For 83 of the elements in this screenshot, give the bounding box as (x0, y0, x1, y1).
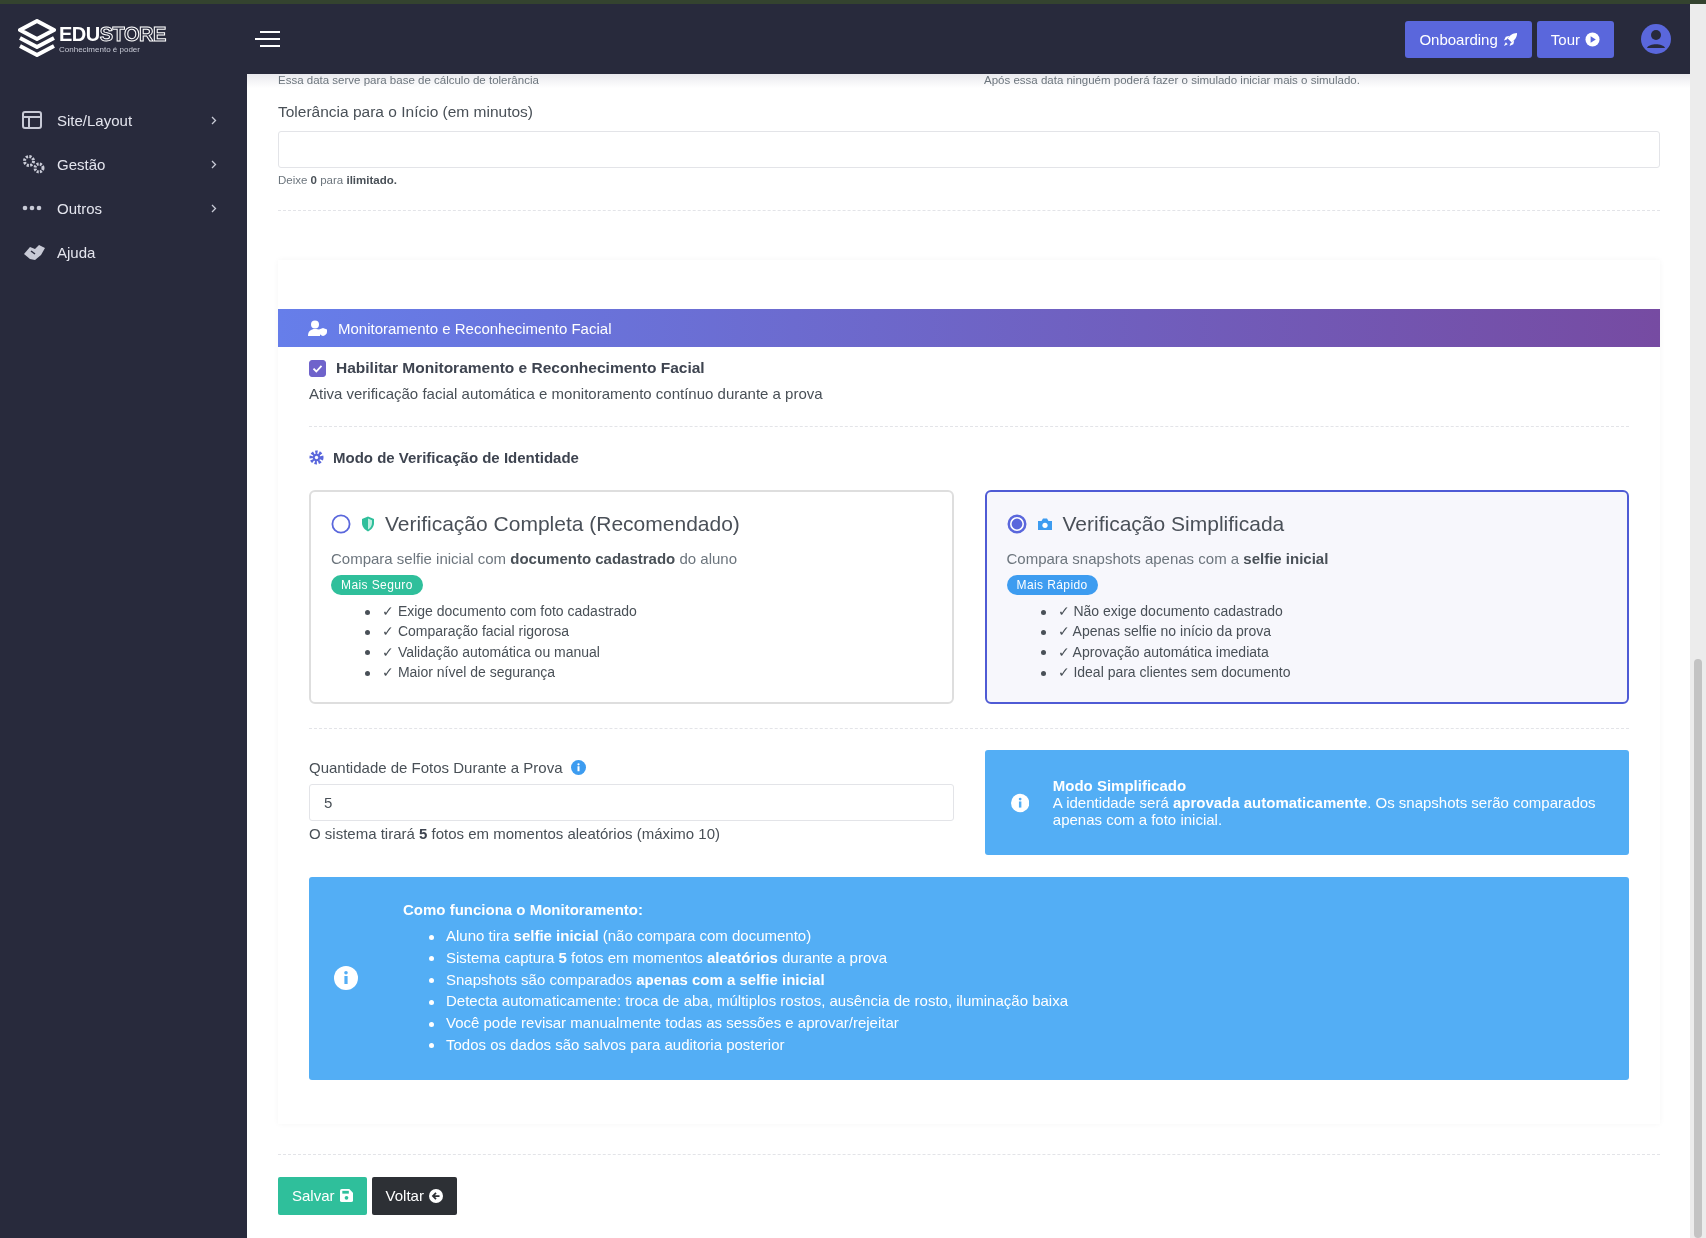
option-description: Compara snapshots apenas com a selfie inicial (1006, 550, 1330, 567)
section-title: Monitoramento e Reconhecimento Facial (338, 319, 612, 337)
info-list-item: Aluno tira selfie inicial (não compara com documento) (446, 927, 812, 945)
bullet-icon (1040, 670, 1046, 676)
subsection-title: Modo de Verificação de Identidade (333, 449, 579, 466)
camera-icon (1036, 517, 1053, 531)
bullet-icon (429, 999, 434, 1005)
arrow-left-circle-icon (428, 1188, 443, 1203)
radio-button[interactable] (331, 514, 351, 534)
option-badge: Mais Rápido (1006, 575, 1098, 595)
help-text: Após essa data ninguém poderá fazer o simulado iniciar mais o simulado. (984, 74, 1360, 88)
description-text: Ativa verificação facial automática e monitoramento contínuo durante a prova (309, 385, 824, 402)
shield-icon (361, 516, 375, 532)
option-description: Compara selfie inicial com documento cadastrado do aluno (331, 550, 738, 567)
info-list-item: Sistema captura 5 fotos em momentos aleatórios durante a prova (446, 948, 888, 966)
feature-item: ✓ Comparação facial rigorosa (382, 623, 570, 640)
feature-item: ✓ Apenas selfie no início da prova (1057, 623, 1272, 640)
sidebar-item[interactable]: Ajuda (0, 230, 247, 274)
help-text: O sistema tirará 5 fotos em momentos aleatórios (máximo 10) (309, 825, 721, 843)
logo-tagline: Conhecimento é poder (59, 46, 141, 54)
onboarding-button[interactable]: Onboarding (1405, 20, 1532, 58)
checkbox-label: Habilitar Monitoramento e Reconhecimento Facial (336, 359, 705, 377)
checkbox[interactable] (309, 359, 326, 377)
logo-accent-text: STORE (99, 24, 166, 44)
bullet-icon (429, 978, 434, 984)
option-title: Verificação Simplificada (1062, 512, 1285, 536)
sidebar-item[interactable]: Outros (0, 186, 247, 230)
chevron-right-icon (211, 115, 217, 125)
info-list-item: Detecta automaticamente: troca de aba, múltiplos rostos, ausência de rosto, iluminação baixa (446, 992, 1068, 1010)
feature-item: ✓ Maior nível de segurança (382, 663, 556, 680)
info-title: Como funciona o Monitoramento: (403, 901, 644, 919)
user-avatar-icon[interactable] (1641, 24, 1671, 54)
layout-icon (22, 111, 42, 129)
feature-item: ✓ Ideal para clientes sem documento (1057, 663, 1291, 680)
bullet-icon (429, 1021, 434, 1027)
info-list-item: Você pode revisar manualmente todas as sessões e aprovar/rejeitar (446, 1014, 899, 1032)
sidebar-item[interactable]: Site/Layout (0, 98, 247, 142)
bullet-icon (1040, 609, 1046, 615)
info-icon (570, 760, 586, 776)
field-label: Tolerância para o Início (em minutos) (278, 103, 534, 121)
sidebar-item[interactable]: Gestão (0, 142, 247, 186)
feature-item: ✓ Exige documento com foto cadastrado (382, 603, 637, 619)
info-text: A identidade será aprovada automaticamente. Os snapshots serão comparados apenas com a foto inicial. (1052, 794, 1597, 829)
bullet-icon (365, 650, 370, 656)
rocket-icon (1502, 31, 1518, 47)
feature-item: ✓ Aprovação automática imediata (1057, 643, 1269, 660)
option-title: Verificação Completa (Recomendado) (385, 512, 740, 536)
chevron-right-icon (211, 203, 217, 213)
bullet-icon (1040, 630, 1046, 636)
gears-icon (22, 154, 46, 174)
help-text: Essa data serve para base de cálculo de tolerância (278, 74, 540, 88)
bullet-icon (429, 1043, 434, 1049)
info-list-item: Todos os dados são salvos para auditoria posterior (446, 1035, 785, 1053)
input-field[interactable]: 5 (309, 784, 954, 822)
play-circle-icon (1585, 31, 1600, 47)
option-badge: Mais Seguro (331, 575, 423, 595)
feature-item: ✓ Não exige documento cadastrado (1057, 603, 1283, 619)
logo-icon (18, 19, 56, 59)
bullet-icon (365, 630, 370, 636)
bullet-icon (365, 670, 370, 676)
bullet-icon (429, 934, 434, 940)
handshake-icon (22, 242, 46, 262)
scrollbar-thumb[interactable] (1694, 659, 1702, 1238)
logo-text: EDU (59, 24, 100, 44)
user-shield-icon (308, 320, 328, 336)
feature-item: ✓ Validação automática ou manual (382, 643, 600, 660)
bullet-icon (365, 609, 370, 615)
info-title: Modo Simplificado (1052, 777, 1188, 795)
field-label: Quantidade de Fotos Durante a Prova (309, 759, 563, 777)
tour-button[interactable]: Tour (1536, 20, 1614, 58)
bullet-icon (429, 956, 434, 962)
back-button[interactable]: Voltar (371, 1176, 457, 1215)
info-icon (334, 966, 358, 991)
menu-icon[interactable] (254, 31, 281, 47)
bullet-icon (1040, 650, 1046, 656)
radio-button[interactable] (1006, 514, 1027, 534)
chevron-right-icon (211, 159, 217, 169)
dots-icon (22, 205, 42, 211)
help-text: Deixe 0 para ilimitado. (278, 174, 398, 186)
info-list-item: Snapshots são comparados apenas com a selfie inicial (446, 970, 825, 988)
gear-icon (309, 450, 324, 465)
option-card[interactable] (984, 490, 1629, 705)
input-field[interactable] (278, 131, 1660, 168)
